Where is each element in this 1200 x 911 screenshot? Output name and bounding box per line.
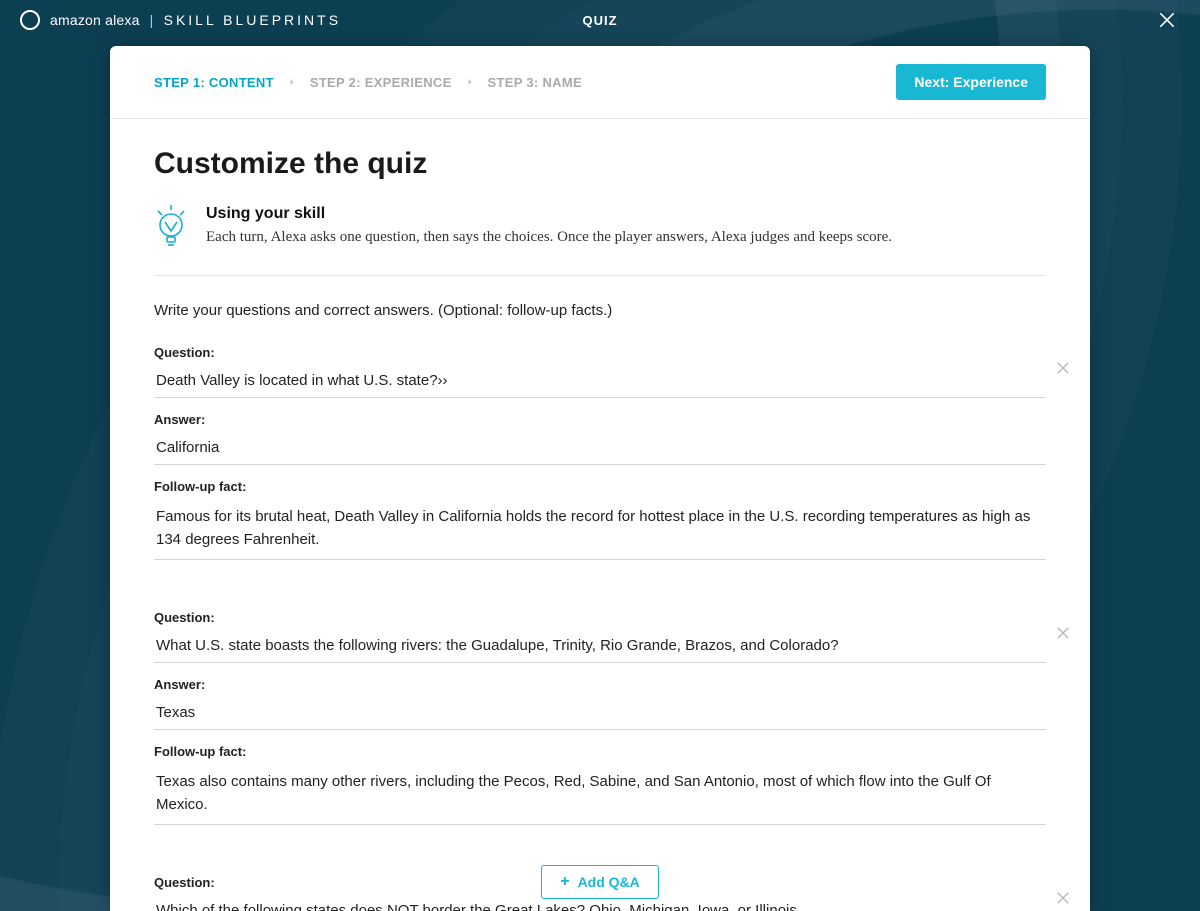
alexa-ring-icon [20,10,40,30]
step-2-experience[interactable]: STEP 2: EXPERIENCE [310,75,488,90]
chevron-right-icon [464,76,476,88]
instructions-text: Write your questions and correct answers… [154,302,1046,319]
editor-panel: STEP 1: CONTENT STEP 2: EXPERIENCE STEP … [110,46,1090,911]
plus-icon: + [560,874,569,890]
question-input[interactable]: What U.S. state boasts the following riv… [154,629,1046,663]
remove-qa-icon[interactable] [1054,889,1078,911]
question-label: Question: [154,345,1046,360]
qa-block: Question: Death Valley is located in wha… [154,345,1046,560]
remove-qa-icon[interactable] [1054,624,1078,648]
content-scroll[interactable]: Customize the quiz Using your skill Each… [110,119,1090,911]
brand-label: amazon alexa | SKILL BLUEPRINTS [50,12,341,28]
step-1-content[interactable]: STEP 1: CONTENT [154,75,310,90]
step-tabs: STEP 1: CONTENT STEP 2: EXPERIENCE STEP … [110,46,1090,119]
remove-qa-icon[interactable] [1054,359,1078,383]
lightbulb-icon [154,205,188,249]
close-icon[interactable] [1154,7,1180,33]
answer-input[interactable]: Texas [154,696,1046,730]
answer-label: Answer: [154,677,1046,692]
answer-input[interactable]: California [154,431,1046,465]
page-title: Customize the quiz [154,147,1046,181]
brand-prefix: amazon alexa [50,12,140,28]
fact-label: Follow-up fact: [154,479,1046,494]
fact-input[interactable]: Famous for its brutal heat, Death Valley… [154,498,1046,560]
question-label: Question: [154,610,1046,625]
add-qa-button[interactable]: + Add Q&A [541,865,659,899]
fact-input[interactable]: Texas also contains many other rivers, i… [154,763,1046,825]
question-input[interactable]: Death Valley is located in what U.S. sta… [154,364,1046,398]
fact-label: Follow-up fact: [154,744,1046,759]
qa-block: Question: What U.S. state boasts the fol… [154,610,1046,825]
next-experience-button[interactable]: Next: Experience [896,64,1046,100]
answer-label: Answer: [154,412,1046,427]
chevron-right-icon [286,76,298,88]
tip-box: Using your skill Each turn, Alexa asks o… [154,205,1046,276]
tip-title: Using your skill [206,205,892,223]
add-qa-label: Add Q&A [578,874,640,890]
brand-divider: | [150,12,154,28]
brand-suffix: SKILL BLUEPRINTS [164,12,341,28]
step-3-name[interactable]: STEP 3: NAME [488,75,582,90]
tip-body: Each turn, Alexa asks one question, then… [206,229,892,246]
